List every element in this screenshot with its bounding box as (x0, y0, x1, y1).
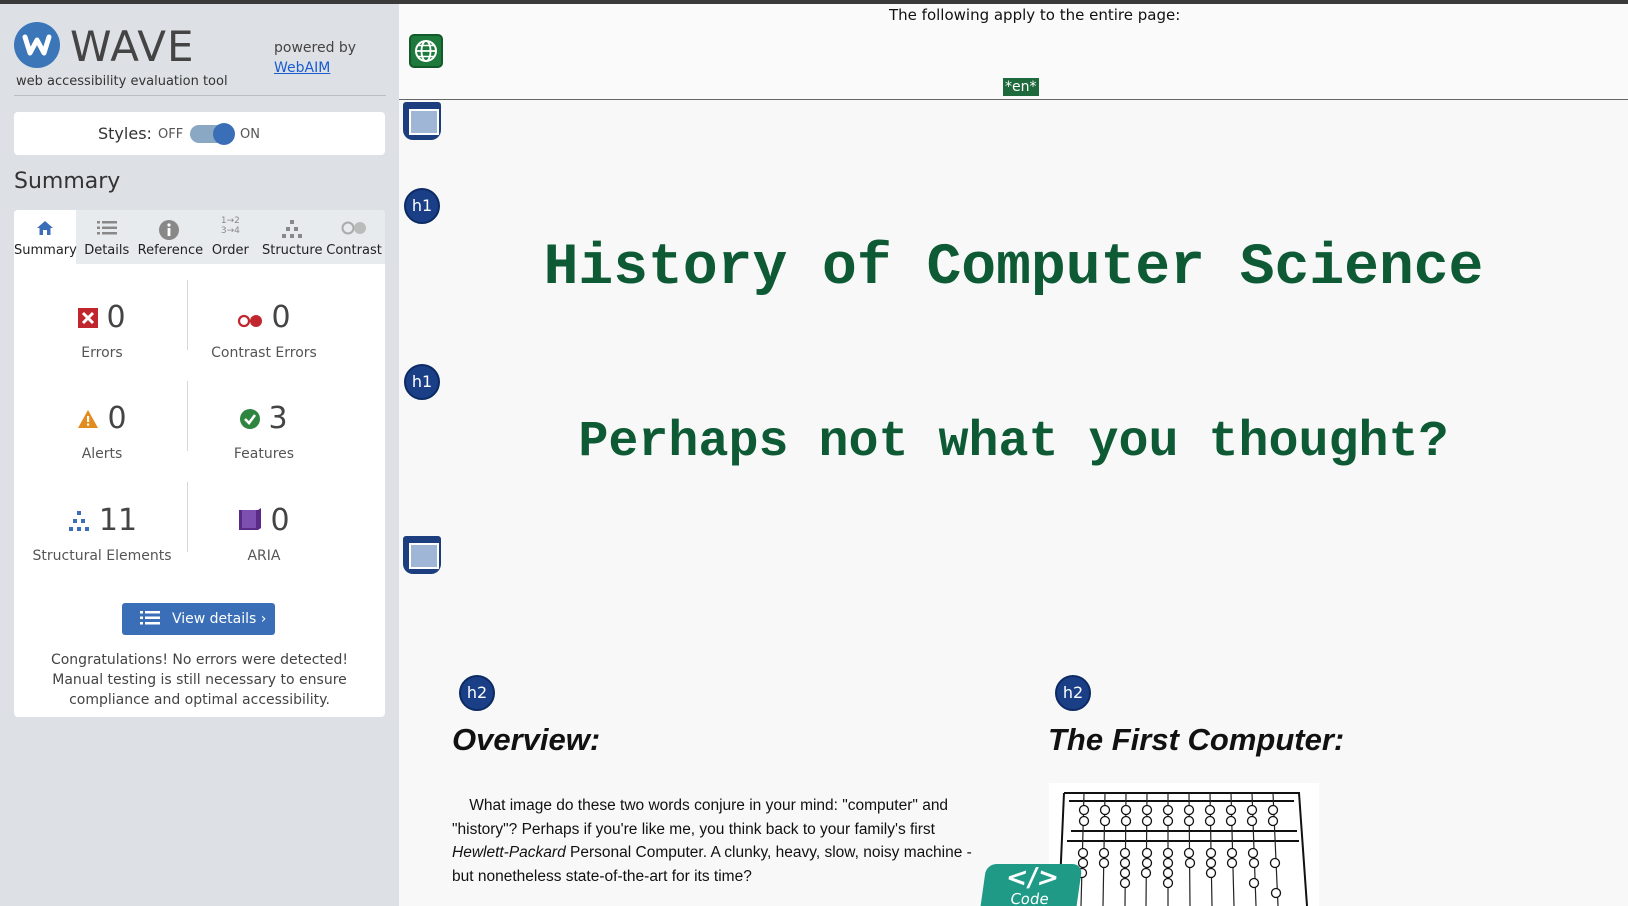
stat-contrast-count-row: 0 (180, 300, 348, 336)
h2-heading-icon[interactable]: h2 (1055, 675, 1091, 711)
page-content: The following apply to the entire page: … (399, 4, 1628, 906)
view-details-button[interactable]: View details › (122, 603, 275, 635)
tab-details[interactable]: Details (76, 210, 138, 264)
panel-tabs: Summary Details Reference 1→23→4 Order (14, 210, 385, 264)
tab-label: Structure (261, 243, 323, 258)
styles-off-label: OFF (158, 127, 184, 142)
tab-contrast[interactable]: Contrast (323, 210, 385, 264)
structure-icon (67, 504, 91, 539)
errors-count: 0 (106, 300, 126, 335)
overview-paragraph: What image do these two words conjure in… (452, 794, 972, 888)
stat-features-count-row: 3 (180, 401, 348, 437)
overview-heading: Overview: (452, 722, 601, 757)
para-text-1: What image do these two words conjure in… (452, 797, 949, 838)
code-label: Code (1009, 890, 1051, 906)
language-globe-icon[interactable] (409, 34, 443, 68)
styles-on-label: ON (240, 127, 260, 142)
view-details-label: View details › (172, 611, 267, 627)
features-count: 3 (268, 401, 288, 436)
structural-count: 11 (98, 503, 138, 538)
summary-panel: Summary Details Reference 1→23→4 Order (14, 210, 385, 717)
h1-heading-icon[interactable]: h1 (404, 364, 440, 400)
tab-label: Contrast (326, 243, 382, 258)
contrast-errors-label: Contrast Errors (211, 345, 317, 361)
stat-alerts: 0 Alerts (18, 395, 186, 469)
page-level-notes: The following apply to the entire page: … (399, 4, 1628, 100)
brand-name: WAVE (70, 22, 195, 71)
structural-label: Structural Elements (32, 548, 172, 564)
contrast-errors-count: 0 (271, 300, 291, 335)
home-icon (36, 220, 54, 241)
features-label: Features (233, 446, 295, 462)
powered-by: powered by WebAIM (274, 38, 356, 78)
error-icon (78, 301, 99, 336)
aria-label: ARIA (247, 548, 281, 564)
stat-features: 3 Features (180, 395, 348, 469)
stat-structural-count-row: 11 (18, 503, 186, 539)
page-title: History of Computer Science (543, 236, 1484, 301)
aria-icon (238, 504, 262, 539)
stat-alerts-count-row: 0 (18, 401, 186, 437)
tab-reference[interactable]: Reference (137, 210, 204, 264)
errors-label: Errors (81, 345, 123, 361)
alerts-count: 0 (107, 401, 127, 436)
toggle-knob (213, 123, 235, 145)
first-computer-heading: The First Computer: (1048, 722, 1345, 757)
para-emphasis: Hewlett-Packard (452, 844, 566, 861)
powered-by-text: powered by (274, 40, 357, 56)
styles-toggle-switch[interactable] (190, 123, 235, 145)
brand-subtitle: web accessibility evaluation tool (16, 74, 228, 89)
h1-heading-icon[interactable]: h1 (404, 188, 440, 224)
contrast-error-icon (237, 301, 263, 336)
tab-label: Summary (14, 243, 77, 258)
language-badge: *en* (1003, 78, 1039, 96)
congrats-message: Congratulations! No errors were detected… (50, 652, 349, 708)
h2-heading-icon[interactable]: h2 (459, 675, 495, 711)
tab-label: Details (84, 243, 130, 258)
code-toggle-button[interactable]: </> Code (979, 863, 1083, 906)
page-note-text: The following apply to the entire page: (889, 6, 1181, 24)
region-icon[interactable] (403, 536, 441, 574)
stat-contrast-errors: 0 Contrast Errors (180, 294, 348, 368)
info-icon (158, 220, 179, 245)
stat-aria: 0 ARIA (180, 497, 348, 571)
page-subtitle: Perhaps not what you thought? (578, 414, 1449, 471)
styles-toggle-box: Styles: OFF ON (14, 112, 385, 155)
structure-icon (281, 220, 303, 243)
tab-structure[interactable]: Structure (261, 210, 323, 264)
stat-errors-count-row: 0 (18, 300, 186, 336)
stat-aria-count-row: 0 (180, 503, 348, 539)
wave-sidebar: WAVE web accessibility evaluation tool p… (0, 4, 399, 906)
aria-count: 0 (270, 503, 290, 538)
list-icon (96, 220, 117, 241)
feature-check-icon (240, 402, 261, 437)
webaim-link[interactable]: WebAIM (274, 58, 356, 78)
summary-heading: Summary (14, 169, 121, 194)
tab-order[interactable]: 1→2 3→4 Order (199, 210, 261, 264)
alert-icon (77, 402, 99, 437)
tab-label: Reference (137, 243, 204, 258)
contrast-icon (341, 220, 367, 240)
tab-label: Order (211, 243, 249, 258)
region-icon[interactable] (403, 102, 441, 140)
stat-errors: 0 Errors (18, 294, 186, 368)
order-icon: 1→2 3→4 (220, 216, 240, 236)
stat-structural: 11 Structural Elements (18, 497, 186, 571)
code-icon: </> (1003, 863, 1062, 893)
alerts-label: Alerts (81, 446, 123, 462)
wave-brand: WAVE web accessibility evaluation tool p… (14, 20, 386, 96)
styles-label: Styles: (98, 124, 152, 143)
list-icon (140, 610, 160, 630)
abacus-image (1049, 783, 1319, 906)
tab-summary[interactable]: Summary (14, 210, 77, 264)
wave-logo-icon (14, 22, 60, 68)
